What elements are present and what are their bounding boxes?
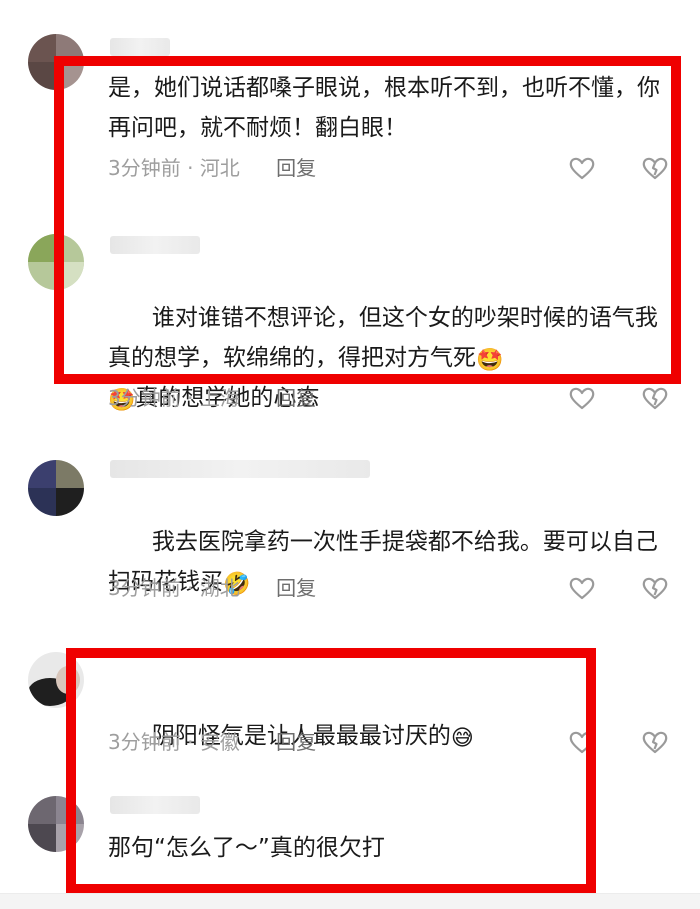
broken-heart-icon[interactable] xyxy=(641,574,669,602)
username-blurred[interactable] xyxy=(110,796,200,814)
username-blurred[interactable] xyxy=(110,38,170,56)
comment-time: 3分钟前 xyxy=(108,576,181,600)
comment-meta: 3分钟前 · 安徽 回复 xyxy=(108,726,316,755)
comment-text: 谁对谁错不想评论，但这个女的吵架时候的语气我真的想学，软绵绵的，得把对方气死🤩 🤩… xyxy=(108,258,668,458)
comment-list-page: 是，她们说话都嗓子眼说，根本听不到，也听不懂，你再问吧，就不耐烦！翻白眼！ 3分… xyxy=(0,0,700,909)
broken-heart-icon[interactable] xyxy=(641,728,669,756)
heart-outline-icon[interactable] xyxy=(568,154,596,182)
reply-button[interactable]: 回复 xyxy=(276,386,316,410)
comment-time: 3分钟前 xyxy=(108,730,181,754)
meta-separator: · xyxy=(187,156,194,180)
comment-meta: 3分钟前 · 河北 回复 xyxy=(108,152,316,181)
comment-time: 3分钟前 xyxy=(108,156,181,180)
star-struck-emoji-icon: 🤩 xyxy=(476,348,504,373)
comment-location: 安徽 xyxy=(199,730,240,754)
comment-text-main: 谁对谁错不想评论，但这个女的吵架时候的语气我真的想学，软绵绵的，得把对方气死 xyxy=(108,305,658,371)
broken-heart-icon[interactable] xyxy=(641,154,669,182)
grinning-sweat-emoji-icon: 😅 xyxy=(450,726,474,751)
avatar[interactable] xyxy=(28,234,84,290)
comment-text: 我去医院拿药一次性手提袋都不给我。要可以自己扫码花钱买🤣 xyxy=(108,482,668,642)
meta-separator: · xyxy=(187,386,194,410)
broken-heart-icon[interactable] xyxy=(641,384,669,412)
reply-button[interactable]: 回复 xyxy=(276,576,316,600)
heart-outline-icon[interactable] xyxy=(568,574,596,602)
avatar[interactable] xyxy=(28,34,84,90)
comment-meta: 3分钟前 · 湖北 回复 xyxy=(108,572,316,601)
avatar[interactable] xyxy=(28,460,84,516)
username-blurred[interactable] xyxy=(110,236,200,254)
heart-outline-icon[interactable] xyxy=(568,728,596,756)
meta-separator: · xyxy=(187,576,194,600)
reply-button[interactable]: 回复 xyxy=(276,156,316,180)
avatar[interactable] xyxy=(28,796,84,852)
comment-location: 河北 xyxy=(199,156,240,180)
comment-location: 上海 xyxy=(199,386,240,410)
heart-outline-icon[interactable] xyxy=(568,384,596,412)
meta-separator: · xyxy=(187,730,194,754)
comment-time: 3分钟前 xyxy=(108,386,181,410)
bottom-divider xyxy=(0,893,700,909)
comment-text: 是，她们说话都嗓子眼说，根本听不到，也听不懂，你再问吧，就不耐烦！翻白眼！ xyxy=(108,75,660,141)
username-blurred[interactable] xyxy=(110,460,370,478)
comment-meta: 3分钟前 · 上海 回复 xyxy=(108,382,316,411)
comment-location: 湖北 xyxy=(199,576,240,600)
avatar[interactable] xyxy=(28,652,84,708)
comment-text: 那句“怎么了～”真的很欠打 xyxy=(108,835,385,861)
reply-button[interactable]: 回复 xyxy=(276,730,316,754)
